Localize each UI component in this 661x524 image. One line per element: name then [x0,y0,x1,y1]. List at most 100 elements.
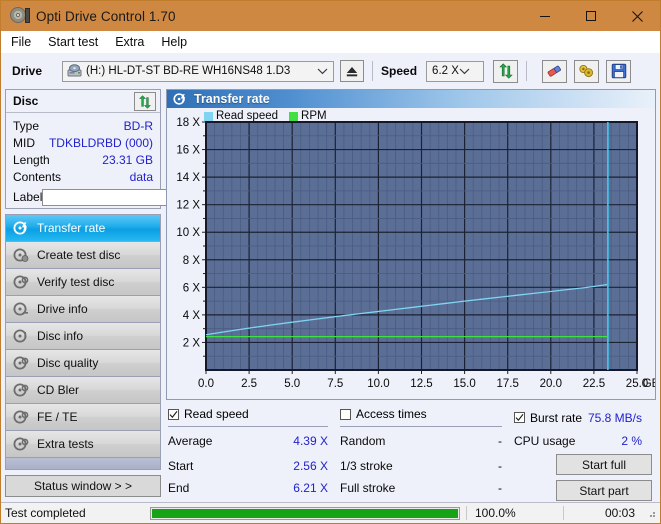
sidebar-item-label: Extra tests [37,437,94,451]
disc-test-icon [13,274,29,290]
resize-grip-icon[interactable] [645,507,657,519]
maximize-button[interactable] [568,1,614,31]
svg-text:17.5: 17.5 [497,378,519,390]
disc-group-title: Disc [13,94,39,108]
svg-text:2 X: 2 X [183,337,201,349]
app-icon [10,7,30,25]
erase-button[interactable] [542,59,568,83]
sidebar-item-extra-tests[interactable]: Extra tests [6,431,160,458]
read-speed-divider [168,425,328,427]
sidebar-item-drive-info[interactable]: Drive info [6,296,160,323]
stat-end-key: End [168,480,190,495]
read-speed-column-header: Read speed [168,405,340,430]
burst-rate-checkbox[interactable] [514,412,525,423]
stat-cpu-usage: CPU usage 2 % [514,430,654,452]
eraser-icon [547,65,561,77]
disc-info-group: Disc Type BD-R MID TDKBLDRBD (000) Lengt… [5,89,246,209]
status-window-button[interactable]: Status window > > [5,475,161,497]
svg-text:4 X: 4 X [183,310,201,322]
tools-icon [579,65,594,78]
stat-average-value: 4.39 X [293,434,328,448]
menu-item-extra[interactable]: Extra [115,35,144,49]
sidebar-item-fe-te[interactable]: FE / TE [6,404,160,431]
disc-test-icon [173,92,187,106]
svg-text:5.0: 5.0 [284,378,300,390]
legend-swatch-read-speed [204,111,213,121]
svg-text:2.5: 2.5 [241,378,257,390]
chevron-down-icon [317,67,328,75]
disc-test-icon [13,301,29,317]
chart-canvas: 2 X 4 X 6 X 8 X 10 X 12 X 14 X 16 X 18 X 0.0 2.5 5.… [176,117,655,390]
svg-text:16 X: 16 X [176,145,200,157]
sidebar-item-label: CD Bler [37,383,80,397]
speed-select-value: 6.2 X [432,65,459,77]
start-full-button[interactable]: Start full [556,454,652,475]
disc-test-icon [13,409,29,425]
sidebar-item-create-test-disc[interactable]: Create test disc [6,242,160,269]
menu-item-file[interactable]: File [11,35,31,49]
disc-field-mid-key: MID [13,135,35,150]
stat-end-value: 6.21 X [293,480,328,495]
elapsed-time: 00:03 [563,506,645,520]
app-window: Opti Drive Control 1.70 File Start test … [0,0,661,524]
sidebar-item-label: Verify test disc [37,275,115,289]
window-title: Opti Drive Control 1.70 [36,8,176,24]
window-controls [522,1,660,31]
sidebar-item-label: Disc quality [37,356,99,370]
drive-toolbar: Drive (H:) HL-DT-ST BD-RE WH16NS48 1.D3 [1,53,660,89]
stat-one-third-stroke-key: 1/3 stroke [340,458,393,473]
disc-test-icon [13,328,29,344]
stat-start: Start 2.56 X [168,455,340,477]
disc-field-type: Type BD-R [13,117,153,134]
legend-item-read-speed: Read speed [204,110,278,122]
menu-bar: File Start test Extra Help [1,31,660,53]
sidebar-item-disc-quality[interactable]: Disc quality [6,350,160,377]
stat-end: End 6.21 X [168,477,340,499]
disc-field-contents-key: Contents [13,169,62,184]
burst-rate-label: Burst rate [530,410,583,425]
refresh-button[interactable] [493,59,519,83]
stats-header-row: Read speed Access times Burst rate 75.8 … [168,405,654,430]
disc-field-length-value: 23.31 GB [102,152,153,167]
stat-average-key: Average [168,434,213,448]
drive-select[interactable]: (H:) HL-DT-ST BD-RE WH16NS48 1.D3 [62,60,335,82]
disc-field-length-key: Length [13,152,50,167]
disc-field-contents: Contents data [13,168,153,185]
read-speed-checkbox[interactable] [168,408,179,420]
access-times-label: Access times [356,407,427,421]
close-button[interactable] [614,1,660,31]
disc-refresh-button[interactable] [134,92,156,111]
minimize-button[interactable] [522,1,568,31]
burst-rate-value: 75.8 MB/s [587,410,642,425]
disc-test-icon [13,355,29,371]
disc-test-icon [13,382,29,398]
speed-select[interactable]: 6.2 X [426,60,485,82]
main-body: Disc Type BD-R MID TDKBLDRBD (000) Lengt… [1,89,660,502]
burst-rate-column-header: Burst rate 75.8 MB/s [514,409,654,427]
eject-button[interactable] [340,60,365,82]
disc-label-row: Label [13,186,246,208]
start-part-button[interactable]: Start part [556,480,652,501]
speed-label: Speed [381,64,418,78]
stat-one-third-stroke-value: - [498,458,502,473]
access-times-checkbox[interactable] [340,408,351,420]
stat-full-stroke-value: - [498,480,502,495]
svg-text:8 X: 8 X [183,255,201,267]
disc-field-length: Length 23.31 GB [13,151,153,168]
stat-start-value: 2.56 X [293,458,328,473]
disc-field-mid-value: TDKBLDRBD (000) [48,135,153,150]
menu-item-help[interactable]: Help [161,35,187,49]
menu-item-start-test[interactable]: Start test [48,35,98,49]
disc-field-type-value: BD-R [123,118,153,133]
stats-row-2: Start 2.56 X End 6.21 X 1/3 stroke - Ful… [168,452,654,501]
tools-button[interactable] [574,59,600,83]
stat-random-value: - [498,434,502,448]
sidebar-item-cd-bler[interactable]: CD Bler [6,377,160,404]
svg-text:15.0: 15.0 [453,378,475,390]
right-panel: Transfer rate Read speed RPM 2 X 4 X 6 X 8 … [166,89,656,502]
sidebar-item-disc-info[interactable]: Disc info [6,323,160,350]
sidebar-item-verify-test-disc[interactable]: Verify test disc [6,269,160,296]
sidebar-item-transfer-rate[interactable]: Transfer rate [6,215,160,242]
save-button[interactable] [606,59,632,83]
disc-field-list: Type BD-R MID TDKBLDRBD (000) Length 23.… [6,113,246,208]
